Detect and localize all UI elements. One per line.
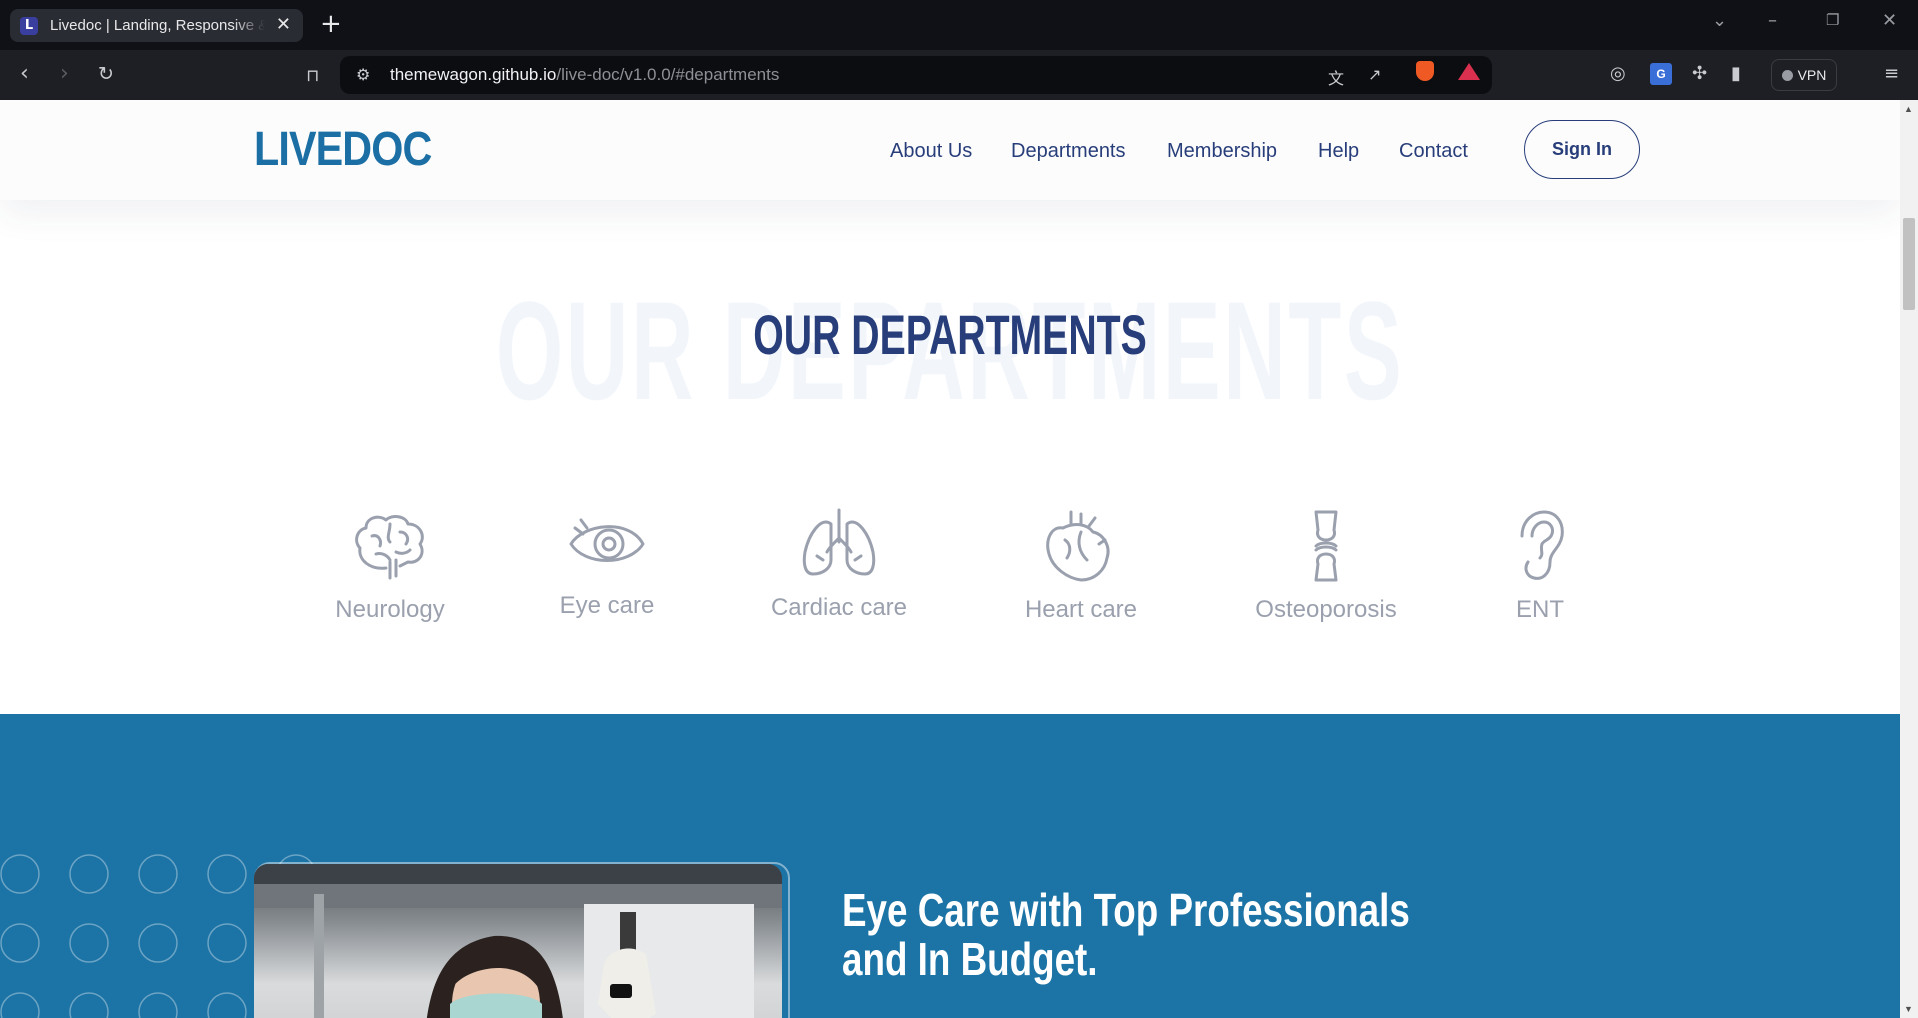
url-path: /live-doc/v1.0.0/#departments — [556, 65, 780, 84]
scrollbar-thumb[interactable] — [1903, 218, 1915, 310]
department-ent[interactable]: ENT — [1440, 510, 1640, 624]
translate-icon[interactable]: 文 — [1328, 65, 1344, 89]
tab-favicon: L — [20, 16, 38, 35]
departments-title: OUR DEPARTMENTS — [753, 303, 1147, 366]
scroll-down-icon[interactable]: ▼ — [1904, 1004, 1913, 1014]
site-logo[interactable]: LIVEDOC — [254, 122, 432, 177]
nav-about-us[interactable]: About Us — [890, 140, 972, 163]
site-header: LIVEDOC About Us Departments Membership … — [0, 100, 1900, 200]
vpn-button[interactable]: VPN — [1771, 59, 1837, 91]
nav-membership[interactable]: Membership — [1167, 140, 1277, 163]
department-eye-care[interactable]: Eye care — [507, 506, 707, 620]
department-label: ENT — [1516, 596, 1564, 623]
back-icon[interactable]: ‹ — [20, 62, 29, 86]
department-neurology[interactable]: Neurology — [290, 510, 490, 624]
department-label: Neurology — [335, 596, 445, 623]
browser-tab[interactable]: L Livedoc | Landing, Responsive & ✕ — [10, 9, 303, 42]
nav-departments[interactable]: Departments — [1011, 140, 1126, 163]
vpn-status-icon — [1781, 69, 1793, 81]
department-heart-care[interactable]: Heart care — [981, 510, 1181, 624]
department-label: Cardiac care — [770, 594, 908, 621]
tab-title: Livedoc | Landing, Responsive & — [50, 17, 265, 34]
department-label: Osteoporosis — [1255, 596, 1397, 623]
promo-title-line-2: and In Budget. — [842, 933, 1098, 985]
forward-icon[interactable]: › — [60, 62, 69, 86]
nav-help[interactable]: Help — [1318, 140, 1359, 163]
promo-title-line-1: Eye Care with Top Professionals — [842, 884, 1410, 936]
page-viewport: LIVEDOC About Us Departments Membership … — [0, 100, 1900, 1018]
brave-shields-icon[interactable] — [1416, 61, 1434, 81]
site-settings-icon[interactable]: ⚙ — [356, 65, 370, 84]
nav-contact[interactable]: Contact — [1399, 140, 1468, 163]
address-bar[interactable]: ⚙ themewagon.github.io/live-doc/v1.0.0/#… — [340, 56, 1492, 94]
eye-doctor-photo — [254, 864, 782, 1018]
new-tab-icon[interactable]: + — [320, 10, 342, 38]
url-text[interactable]: themewagon.github.io/live-doc/v1.0.0/#de… — [390, 65, 779, 85]
restore-icon[interactable]: ❐ — [1826, 11, 1839, 29]
menu-icon[interactable]: ≡ — [1884, 63, 1899, 84]
browser-toolbar: ‹ › ↻ ⊓ ⚙ themewagon.github.io/live-doc/… — [0, 50, 1918, 100]
extensions-puzzle-icon[interactable]: ✣ — [1692, 63, 1707, 84]
bone-joint-icon — [1314, 510, 1338, 582]
minimize-icon[interactable]: – — [1768, 10, 1777, 31]
promo-title: Eye Care with Top Professionals and In B… — [842, 886, 1410, 984]
sidebar-icon[interactable]: ▮ — [1731, 63, 1741, 84]
bookmark-icon[interactable]: ⊓ — [306, 64, 319, 88]
department-label: Heart care — [1024, 596, 1138, 623]
department-osteoporosis[interactable]: Osteoporosis — [1226, 510, 1426, 624]
tab-close-icon[interactable]: ✕ — [276, 14, 291, 35]
browser-titlebar: L Livedoc | Landing, Responsive & ✕ + ⌄ … — [0, 0, 1918, 50]
heart-icon — [1046, 510, 1110, 582]
scroll-up-icon[interactable]: ▲ — [1904, 104, 1913, 114]
eye-icon — [569, 518, 645, 562]
department-cardiac-care[interactable]: Cardiac care — [739, 508, 939, 622]
sign-in-button[interactable]: Sign In — [1524, 120, 1640, 179]
share-icon[interactable]: ↗ — [1368, 65, 1381, 84]
reader-glasses-icon[interactable]: ◎ — [1610, 63, 1626, 84]
page-scrollbar[interactable]: ▲ ▼ — [1900, 100, 1918, 1018]
google-translate-extension-icon[interactable]: G — [1650, 63, 1672, 85]
url-host: themewagon.github.io — [390, 65, 557, 84]
lungs-icon — [802, 508, 876, 576]
vpn-label: VPN — [1797, 67, 1827, 83]
close-window-icon[interactable]: ✕ — [1882, 10, 1897, 31]
brave-rewards-icon[interactable] — [1458, 63, 1480, 80]
department-label: Eye care — [559, 592, 655, 619]
brain-icon — [355, 515, 424, 580]
tab-search-chevron-icon[interactable]: ⌄ — [1712, 10, 1727, 31]
reload-icon[interactable]: ↻ — [98, 62, 114, 86]
ear-icon — [1520, 510, 1564, 580]
